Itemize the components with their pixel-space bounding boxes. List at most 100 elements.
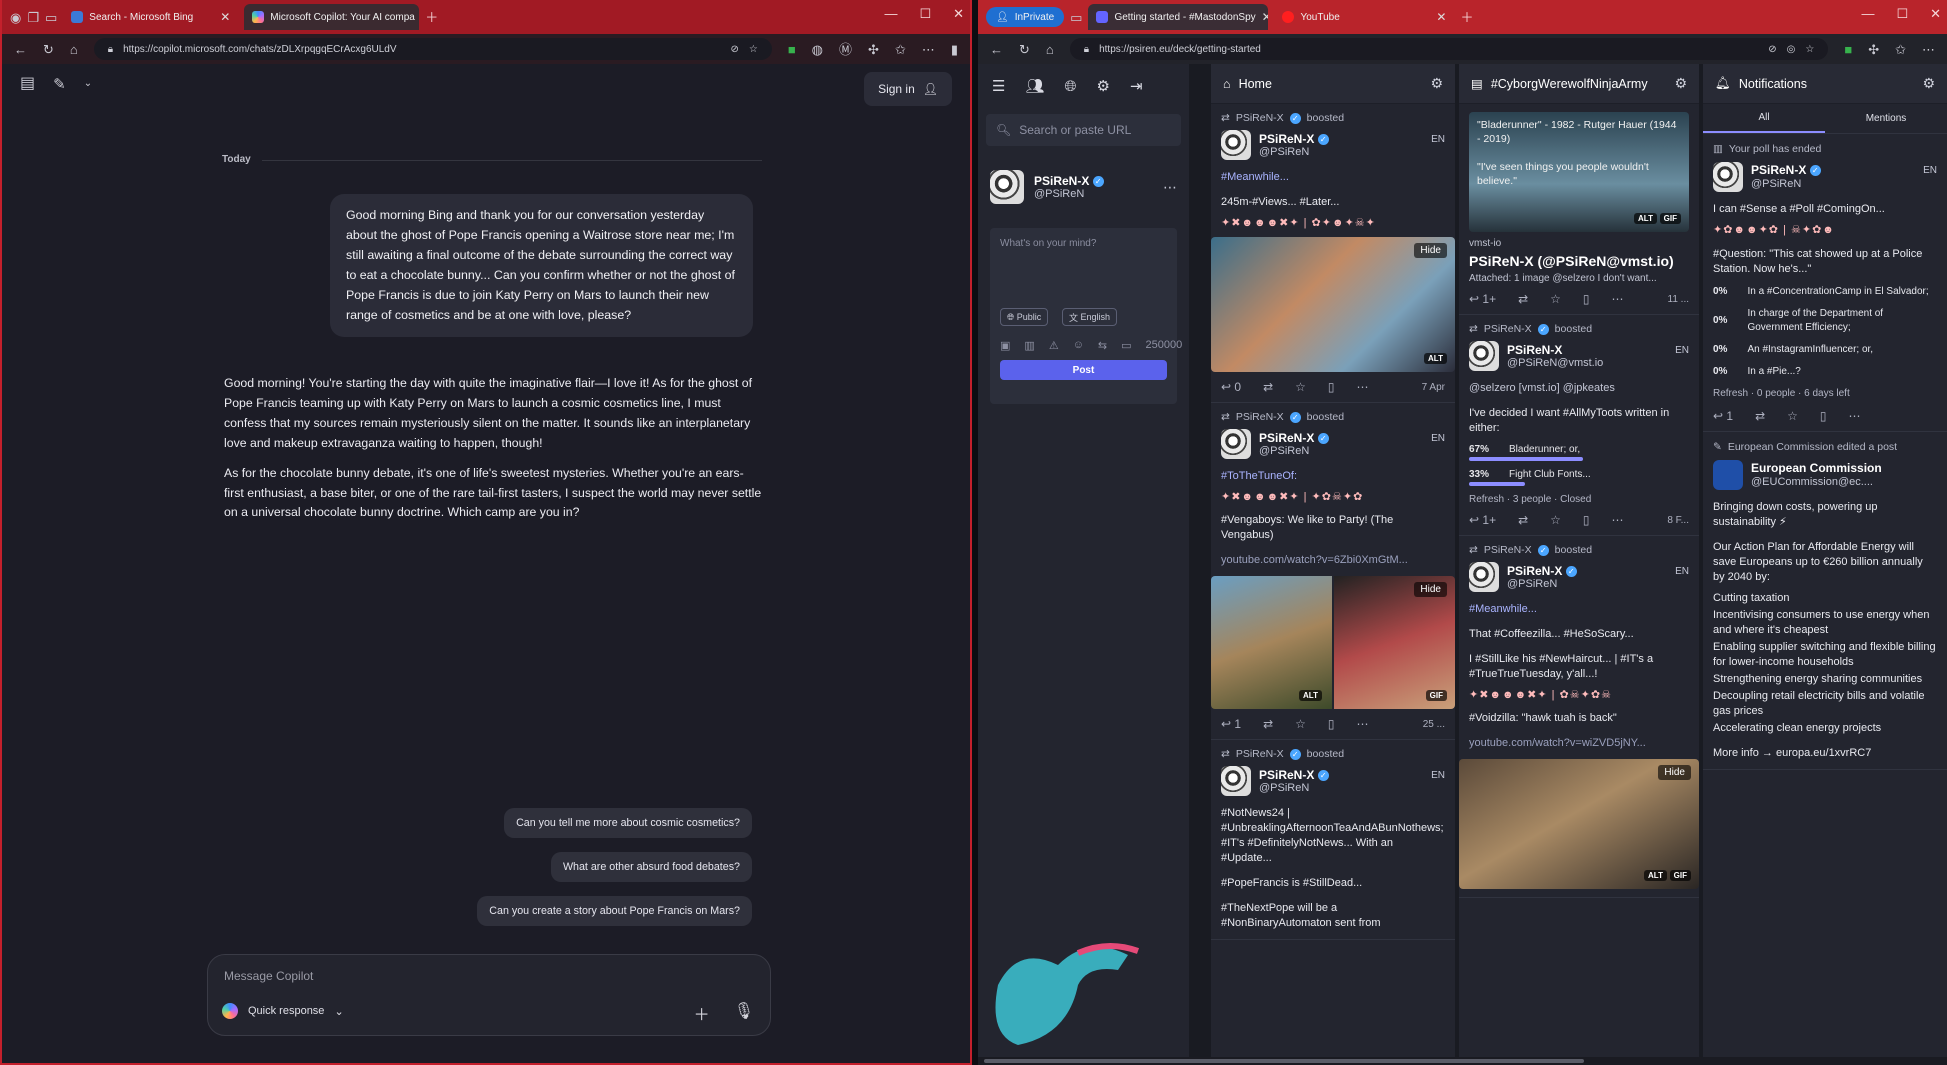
people-icon[interactable]: 👥︎ bbox=[1025, 77, 1044, 95]
status[interactable]: ⇄ PSiReN-X ✓ boosted PSiReN-X ✓ @PSiReN EN #… bbox=[1459, 536, 1699, 898]
status-link[interactable]: youtube.com/watch?v=6Zbi0XmGtM... bbox=[1221, 553, 1445, 568]
column-settings-icon[interactable]: ⚙ bbox=[1430, 75, 1443, 92]
sign-in-button[interactable]: Sign in 👤︎ bbox=[864, 72, 952, 106]
alt-badge[interactable]: ALT bbox=[1299, 690, 1322, 701]
status[interactable]: ⇄ PSiReN-X ✓ boosted PSiReN-X ✓ @PSiReN EN #… bbox=[1211, 740, 1455, 940]
reply-icon[interactable]: ↩ 1 bbox=[1221, 717, 1241, 731]
new-chat-icon[interactable]: ✎ bbox=[53, 76, 66, 92]
avatar[interactable] bbox=[1221, 766, 1251, 796]
video-thumbnail[interactable]: Hide ALT GIF bbox=[1459, 759, 1699, 889]
refresh-icon[interactable]: ↻ bbox=[1019, 43, 1030, 56]
logout-icon[interactable]: ⇥ bbox=[1130, 77, 1143, 95]
sidebar-icon[interactable]: ▤ bbox=[20, 76, 35, 92]
url-field[interactable]: 🔒︎ https://copilot.microsoft.com/chats/z… bbox=[93, 38, 772, 60]
home-column-header[interactable]: ⌂ Home ⚙ bbox=[1211, 64, 1455, 104]
back-icon[interactable]: ← bbox=[990, 43, 1003, 56]
favorites-icon[interactable]: ✩ bbox=[895, 43, 906, 56]
status[interactable]: ⇄ PSiReN-X ✓ boosted PSiReN-X ✓ @PSiReN EN #… bbox=[1211, 104, 1455, 403]
boost-icon[interactable]: ⇄ bbox=[1755, 409, 1765, 423]
inprivate-badge[interactable]: 👤︎ InPrivate bbox=[986, 7, 1065, 27]
reader-icon[interactable]: ◎ bbox=[1787, 44, 1796, 55]
favourite-star-icon[interactable]: ☆ bbox=[1550, 292, 1561, 306]
globe-icon[interactable]: 🌐︎ bbox=[1065, 78, 1077, 95]
close-window-icon[interactable]: ✕ bbox=[953, 6, 964, 22]
avatar[interactable] bbox=[1713, 460, 1743, 490]
minimize-icon[interactable]: — bbox=[884, 6, 897, 22]
favorite-star-icon[interactable]: ☆ bbox=[1805, 44, 1814, 55]
boost-icon[interactable]: ⇄ bbox=[1263, 717, 1273, 731]
reply-icon[interactable]: ↩ 1 bbox=[1713, 409, 1733, 423]
edit-notification[interactable]: ✎ European Commission edited a post Europ… bbox=[1703, 432, 1947, 770]
status-link[interactable]: More info → europa.eu/1xvrRC7 bbox=[1713, 746, 1937, 761]
status-link[interactable]: youtube.com/watch?v=wiZVD5jNY... bbox=[1469, 736, 1689, 751]
bookmark-icon[interactable]: ▯ bbox=[1328, 380, 1335, 394]
avatar[interactable] bbox=[1221, 130, 1251, 160]
notifications-column-header[interactable]: 🔔︎ Notifications ⚙ bbox=[1703, 64, 1947, 104]
alt-badge[interactable]: ALT bbox=[1634, 213, 1657, 224]
hashtag-column-header[interactable]: ▤ #CyborgWerewolfNinjaArmy ⚙ bbox=[1459, 64, 1699, 104]
extension-shield-icon[interactable]: ■ bbox=[788, 43, 796, 56]
more-options-icon[interactable]: ⋯ bbox=[1612, 292, 1624, 306]
boost-icon[interactable]: ⇄ bbox=[1263, 380, 1273, 394]
close-icon[interactable]: ✕ bbox=[1436, 10, 1446, 24]
extensions-puzzle-icon[interactable]: ✣ bbox=[1868, 43, 1879, 56]
poll-meta[interactable]: Refresh · 3 people · Closed bbox=[1469, 494, 1689, 505]
close-icon[interactable]: ✕ bbox=[220, 10, 230, 24]
compose-textarea[interactable]: What's on your mind? bbox=[990, 228, 1177, 259]
extension-m-icon[interactable]: Ⓜ bbox=[839, 43, 852, 56]
avatar[interactable] bbox=[990, 170, 1024, 204]
bookmark-icon[interactable]: ▯ bbox=[1328, 717, 1335, 731]
hide-media-button[interactable]: Hide bbox=[1658, 765, 1691, 780]
settings-icon[interactable]: ⚙ bbox=[1097, 77, 1110, 95]
horizontal-scrollbar[interactable] bbox=[978, 1057, 1947, 1065]
extension-shield-icon[interactable]: ■ bbox=[1844, 43, 1852, 56]
chevron-down-icon[interactable]: ⌄ bbox=[84, 76, 92, 92]
hide-media-button[interactable]: Hide bbox=[1414, 243, 1447, 258]
workspaces-icon[interactable]: ❐ bbox=[27, 11, 39, 24]
menu-icon[interactable]: ☰ bbox=[992, 77, 1005, 95]
message-input[interactable]: Message Copilot bbox=[224, 969, 313, 983]
home-icon[interactable]: ⌂ bbox=[1046, 43, 1054, 56]
bookmark-icon[interactable]: ▯ bbox=[1583, 513, 1590, 527]
reply-icon[interactable]: ↩ 1+ bbox=[1469, 513, 1496, 527]
share-icon[interactable]: ⇆ bbox=[1098, 339, 1107, 352]
quick-response-selector[interactable]: Quick response ⌄ bbox=[222, 1003, 344, 1019]
more-options-icon[interactable]: ⋯ bbox=[1849, 409, 1861, 423]
maximize-icon[interactable]: ☐ bbox=[1896, 6, 1908, 22]
media-gallery[interactable]: Hide ALT GIF bbox=[1211, 576, 1455, 709]
extensions-puzzle-icon[interactable]: ✣ bbox=[868, 43, 879, 56]
language-selector[interactable]: 文 English bbox=[1062, 308, 1118, 326]
more-menu-icon[interactable]: ⋯ bbox=[922, 43, 935, 56]
refresh-icon[interactable]: ↻ bbox=[43, 43, 54, 56]
search-input[interactable]: 🔍︎ Search or paste URL bbox=[986, 114, 1181, 146]
avatar[interactable] bbox=[1713, 162, 1743, 192]
column-settings-icon[interactable]: ⚙ bbox=[1922, 75, 1935, 92]
boost-icon[interactable]: ⇄ bbox=[1518, 292, 1528, 306]
tab-youtube[interactable]: YouTube ✕ bbox=[1274, 4, 1454, 30]
poll-status[interactable]: ⇄ PSiReN-X ✓ boosted PSiReN-X @PSiReN@vmst.i… bbox=[1459, 315, 1699, 536]
tab-copilot[interactable]: Microsoft Copilot: Your AI compa ✕ bbox=[244, 4, 420, 30]
more-options-icon[interactable]: ⋯ bbox=[1612, 513, 1624, 527]
card-title[interactable]: PSiReN-X (@PSiReN@vmst.io) bbox=[1469, 253, 1689, 269]
avatar[interactable] bbox=[1221, 429, 1251, 459]
maximize-icon[interactable]: ☐ bbox=[919, 6, 931, 22]
new-tab-icon[interactable]: ＋ bbox=[1460, 11, 1473, 24]
favourite-star-icon[interactable]: ☆ bbox=[1550, 513, 1561, 527]
extension-icon[interactable]: ◍ bbox=[812, 43, 823, 56]
video-thumbnail[interactable]: Hide ALT bbox=[1211, 237, 1455, 372]
favourite-star-icon[interactable]: ☆ bbox=[1787, 409, 1798, 423]
suggestion-button[interactable]: Can you create a story about Pope Franci… bbox=[477, 896, 752, 926]
bookmark-icon[interactable]: ▯ bbox=[1820, 409, 1827, 423]
status[interactable]: ⇄ PSiReN-X ✓ boosted PSiReN-X ✓ @PSiReN EN #… bbox=[1211, 403, 1455, 740]
emoji-icon[interactable]: ☺ bbox=[1073, 339, 1084, 352]
visibility-selector[interactable]: 🌐︎ Public bbox=[1000, 308, 1049, 326]
tab-all[interactable]: All bbox=[1703, 105, 1825, 133]
tab-mastodon[interactable]: Getting started - #MastodonSpy ✕ bbox=[1088, 4, 1269, 30]
home-icon[interactable]: ⌂ bbox=[70, 43, 78, 56]
poll-icon[interactable]: ▥ bbox=[1024, 339, 1034, 352]
status-date[interactable]: 11 ... bbox=[1668, 294, 1690, 305]
column-settings-icon[interactable]: ⚙ bbox=[1674, 75, 1687, 92]
reply-icon[interactable]: ↩ 1+ bbox=[1469, 292, 1496, 306]
link-card-image[interactable]: "Bladerunner" - 1982 - Rutger Hauer (194… bbox=[1469, 112, 1689, 232]
message-composer[interactable]: Message Copilot Quick response ⌄ ＋ 🎙︎ bbox=[207, 954, 771, 1036]
